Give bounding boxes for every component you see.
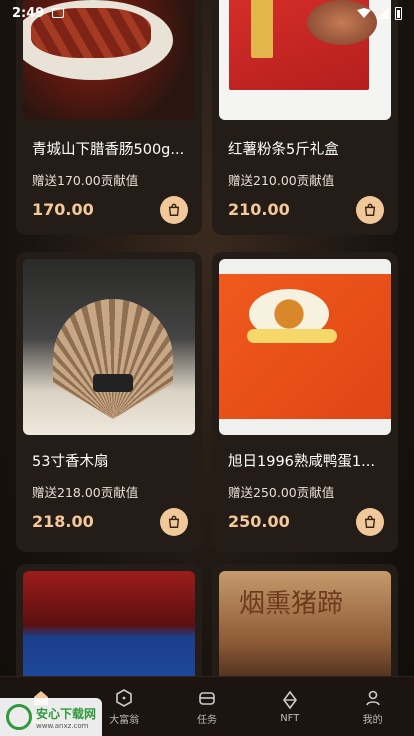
product-reward: 赠送210.00贡献值 [228, 173, 335, 188]
product-card[interactable]: 旭日1996熟咸鸭蛋1... 赠送250.00贡献值 250.00 [212, 252, 398, 552]
product-card[interactable]: 烟熏猪蹄 [212, 564, 398, 676]
add-to-cart-button[interactable] [160, 196, 188, 224]
nft-icon [282, 690, 297, 709]
product-title[interactable]: 青城山下腊香肠500g... [32, 138, 188, 159]
signal-icon [377, 7, 389, 19]
status-bar: 2:49 [0, 0, 414, 26]
watermark-logo-icon [6, 704, 32, 730]
product-grid: 青城山下腊香肠500g... 赠送170.00贡献值 170.00 红薯粉条5斤… [16, 0, 398, 676]
task-icon [199, 691, 215, 705]
product-card[interactable]: 53寸香木扇 赠送218.00贡献值 218.00 [16, 252, 202, 552]
product-card[interactable] [16, 564, 202, 676]
tab-tasks[interactable]: 任务 [166, 677, 249, 736]
product-card[interactable]: 青城山下腊香肠500g... 赠送170.00贡献值 170.00 [16, 0, 202, 235]
profile-icon [365, 690, 380, 705]
add-to-cart-button[interactable] [356, 196, 384, 224]
tab-nft[interactable]: NFT [248, 677, 331, 736]
tab-label: 任务 [196, 714, 217, 726]
product-reward: 赠送250.00贡献值 [228, 485, 335, 500]
wifi-icon [357, 8, 371, 18]
product-price: 210.00 [228, 200, 290, 219]
battery-icon [395, 6, 402, 20]
tab-label: 大富翁 [109, 714, 140, 726]
bag-icon [364, 515, 376, 528]
product-image[interactable] [219, 259, 391, 435]
product-reward: 赠送170.00贡献值 [32, 173, 139, 188]
tab-label: 我的 [362, 714, 383, 726]
dice-icon [116, 688, 132, 707]
watermark-main: 安心下载网 [36, 706, 97, 721]
add-to-cart-button[interactable] [356, 508, 384, 536]
product-reward: 赠送218.00贡献值 [32, 485, 139, 500]
product-title[interactable]: 旭日1996熟咸鸭蛋1... [228, 450, 384, 471]
tab-label: NFT [280, 712, 300, 724]
product-title[interactable]: 红薯粉条5斤礼盒 [228, 138, 384, 159]
bag-icon [168, 203, 180, 216]
status-time: 2:49 [12, 5, 45, 21]
product-image[interactable] [23, 259, 195, 435]
product-image[interactable]: 烟熏猪蹄 [219, 571, 391, 676]
product-title[interactable]: 53寸香木扇 [32, 450, 188, 471]
notification-icon [52, 8, 65, 18]
product-price: 218.00 [32, 512, 94, 531]
product-card[interactable]: 红薯粉条5斤礼盒 赠送210.00贡献值 210.00 [212, 0, 398, 235]
product-image[interactable] [23, 571, 195, 676]
watermark-sub: www.anxz.com [36, 721, 89, 730]
watermark: 安心下载网 www.anxz.com [0, 698, 102, 736]
product-brand-text: 烟熏猪蹄 [239, 589, 344, 619]
product-price: 170.00 [32, 200, 94, 219]
tab-profile[interactable]: 我的 [331, 677, 414, 736]
bag-icon [364, 203, 376, 216]
bag-icon [168, 515, 180, 528]
add-to-cart-button[interactable] [160, 508, 188, 536]
product-price: 250.00 [228, 512, 290, 531]
